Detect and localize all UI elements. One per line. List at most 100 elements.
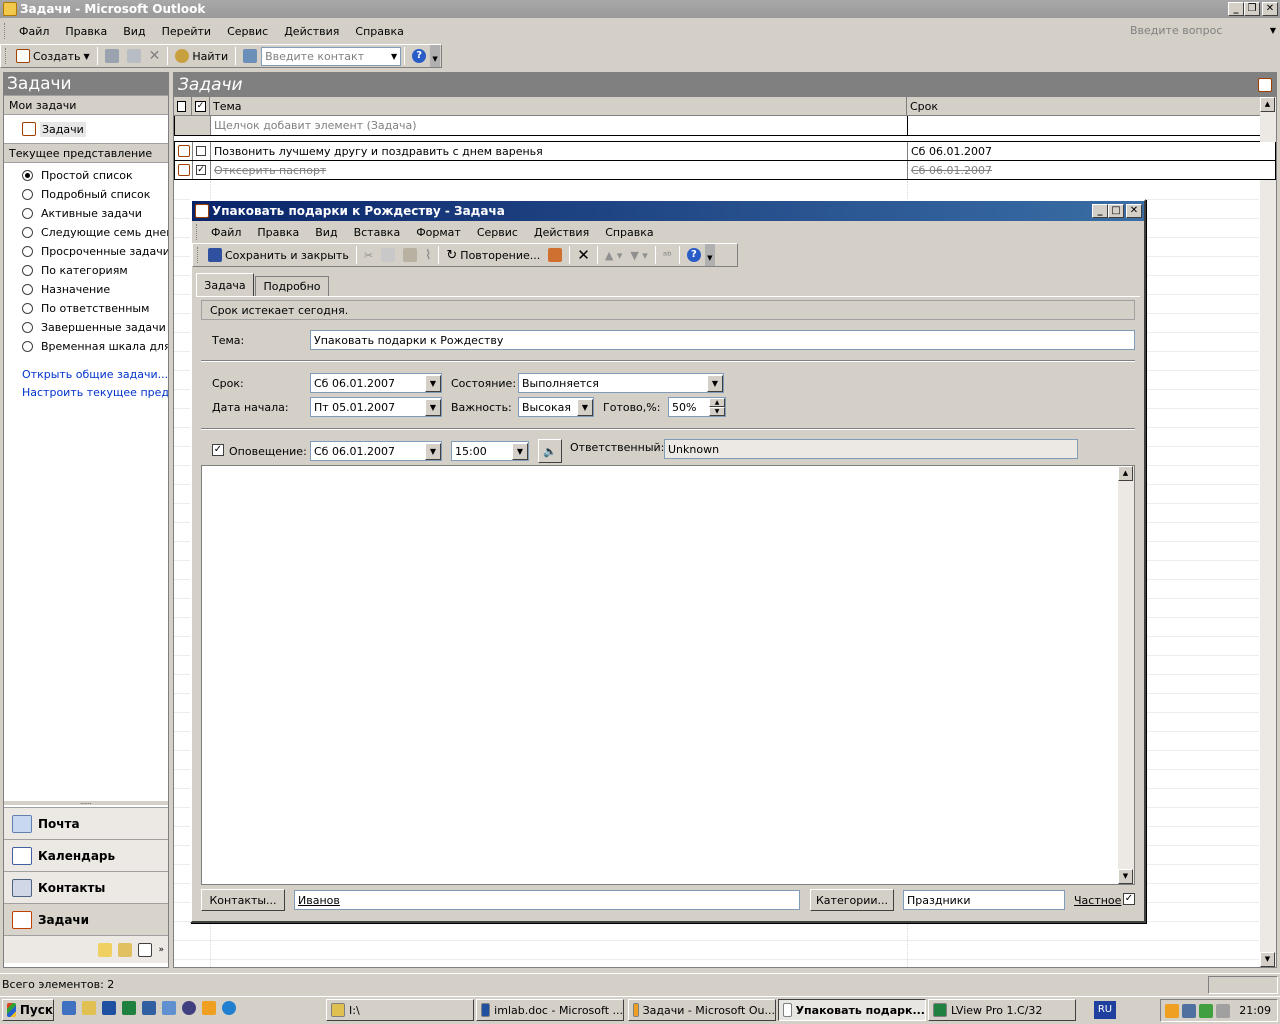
new-button[interactable]: Создать ▼ (12, 46, 94, 66)
dlg-menu-view[interactable]: Вид (307, 226, 345, 239)
taskbar-item[interactable]: LView Pro 1.C/32 (928, 999, 1076, 1021)
start-date-dropdown-icon[interactable]: ▼ (425, 398, 441, 416)
reminder-time-input[interactable]: 15:00 ▼ (451, 441, 529, 461)
tray-device-icon[interactable] (1216, 1003, 1230, 1018)
media-player-icon[interactable] (182, 1001, 196, 1015)
delete-button[interactable]: ✕ (145, 46, 165, 66)
view-option[interactable]: Завершенные задачи (4, 318, 168, 337)
spin-up-icon[interactable]: ▲ (709, 398, 725, 407)
radio-icon[interactable] (22, 208, 33, 219)
radio-icon[interactable] (22, 284, 33, 295)
save-close-button[interactable]: Сохранить и закрыть (204, 245, 353, 265)
contact-dropdown-icon[interactable]: ▼ (391, 52, 400, 61)
dialog-help-button[interactable]: ? (683, 245, 705, 265)
app-icon[interactable] (162, 1001, 176, 1015)
complete-checkbox[interactable]: ✓ (196, 165, 206, 175)
scroll-up-icon[interactable]: ▲ (1118, 466, 1133, 481)
help-search-dropdown-icon[interactable]: ▼ (1270, 26, 1276, 35)
start-date-input[interactable]: Пт 05.01.2007 ▼ (310, 397, 442, 417)
new-item-row[interactable]: Щелчок добавит элемент (Задача) (174, 116, 1276, 136)
radio-icon[interactable] (22, 265, 33, 276)
radio-icon[interactable] (22, 170, 33, 181)
move-button[interactable] (123, 46, 145, 66)
reminder-checkbox[interactable]: ✓ (212, 444, 224, 456)
copy-button[interactable] (377, 245, 399, 265)
help-search-box[interactable]: Введите вопрос ▼ (1130, 21, 1276, 39)
clock-app-icon[interactable] (202, 1001, 216, 1015)
radio-icon[interactable] (22, 246, 33, 257)
menu-actions[interactable]: Действия (276, 25, 347, 38)
due-date-input[interactable]: Сб 06.01.2007 ▼ (310, 373, 442, 393)
minimize-button[interactable]: _ (1228, 2, 1244, 16)
dialog-close-button[interactable]: ✕ (1126, 204, 1142, 218)
spin-down-icon[interactable]: ▼ (709, 407, 725, 416)
menu-tools[interactable]: Сервис (219, 25, 276, 38)
next-item-button[interactable]: ▼ ▾ (626, 245, 651, 265)
categories-input[interactable]: Праздники (903, 890, 1065, 910)
spelling-button[interactable]: ᵃᵇ (659, 245, 676, 265)
new-item-input[interactable]: Щелчок добавит элемент (Задача) (211, 116, 908, 135)
percent-complete-input[interactable]: 50% ▲ ▼ (668, 397, 726, 417)
restore-button[interactable]: ❐ (1244, 2, 1260, 16)
dlg-menu-help[interactable]: Справка (597, 226, 661, 239)
scroll-up-icon[interactable]: ▲ (1260, 97, 1275, 112)
radio-icon[interactable] (22, 303, 33, 314)
excel-icon[interactable] (122, 1001, 136, 1015)
assign-task-button[interactable] (544, 245, 566, 265)
radio-icon[interactable] (22, 227, 33, 238)
customize-view-link[interactable]: Настроить текущее представление... (4, 384, 168, 402)
view-option[interactable]: Простой список (4, 166, 168, 185)
taskbar-item[interactable]: I:\ (326, 999, 474, 1021)
due-column-header[interactable]: Срок (907, 97, 1258, 115)
subject-input[interactable]: Упаковать подарки к Рождеству (310, 330, 1135, 350)
configure-buttons-icon[interactable]: » (158, 945, 164, 955)
dialog-maximize-button[interactable]: □ (1108, 204, 1124, 218)
private-checkbox[interactable]: ✓ (1123, 893, 1135, 905)
ie-browser-icon[interactable] (222, 1001, 236, 1015)
folder-icon[interactable] (82, 1001, 96, 1015)
toolbar-options-chevron-icon[interactable]: ▼ (430, 45, 441, 67)
shortcuts-icon[interactable] (138, 942, 153, 957)
taskbar-item[interactable]: Задачи - Microsoft Ou... (628, 999, 776, 1021)
table-row[interactable]: ✓ Отксерить паспорт Сб 06.01.2007 (174, 161, 1276, 180)
reminder-sound-button[interactable]: 🔈 (538, 439, 562, 463)
nav-calendar-button[interactable]: Календарь (4, 839, 168, 871)
menu-help[interactable]: Справка (347, 25, 411, 38)
tab-details[interactable]: Подробно (255, 276, 329, 296)
ie-icon[interactable] (62, 1001, 76, 1015)
table-row[interactable]: Позвонить лучшему другу и поздравить с д… (174, 142, 1276, 161)
tab-task[interactable]: Задача (196, 273, 254, 297)
view-option[interactable]: Активные задачи (4, 204, 168, 223)
contacts-button[interactable]: Контакты... (201, 889, 285, 911)
view-option[interactable]: Подробный список (4, 185, 168, 204)
new-item-due-cell[interactable] (908, 116, 1259, 135)
dlg-menu-actions[interactable]: Действия (526, 226, 597, 239)
start-button[interactable]: Пуск (2, 999, 54, 1021)
contacts-input[interactable]: Иванов (294, 890, 800, 910)
menu-view[interactable]: Вид (115, 25, 153, 38)
address-book-button[interactable] (239, 46, 261, 66)
notes-icon[interactable] (98, 942, 113, 957)
view-option[interactable]: По категориям (4, 261, 168, 280)
tray-clock-icon[interactable] (1165, 1003, 1179, 1018)
radio-icon[interactable] (22, 341, 33, 352)
radio-icon[interactable] (22, 189, 33, 200)
dialog-minimize-button[interactable]: _ (1092, 204, 1108, 218)
reminder-date-dropdown-icon[interactable]: ▼ (425, 442, 441, 460)
attach-button[interactable]: ⌇ (421, 245, 435, 265)
word-icon[interactable] (102, 1001, 116, 1015)
view-option[interactable]: Временная шкала для задач (4, 337, 168, 356)
tray-app-icon[interactable] (1199, 1003, 1213, 1018)
status-select[interactable]: Выполняется ▼ (518, 373, 724, 393)
status-dropdown-icon[interactable]: ▼ (707, 374, 723, 392)
percent-spinner[interactable]: ▲ ▼ (709, 398, 725, 416)
list-scrollbar[interactable]: ▲ ▼ (1260, 97, 1276, 967)
menu-go[interactable]: Перейти (154, 25, 220, 38)
help-button[interactable]: ? (408, 46, 430, 66)
contact-search-input[interactable]: Введите контакт ▼ (261, 46, 402, 66)
toolbar-options-chevron-icon[interactable]: ▼ (704, 244, 715, 266)
nav-contacts-button[interactable]: Контакты (4, 871, 168, 903)
view-option[interactable]: По ответственным (4, 299, 168, 318)
previous-item-button[interactable]: ▲ ▾ (601, 245, 626, 265)
dlg-menu-insert[interactable]: Вставка (346, 226, 409, 239)
